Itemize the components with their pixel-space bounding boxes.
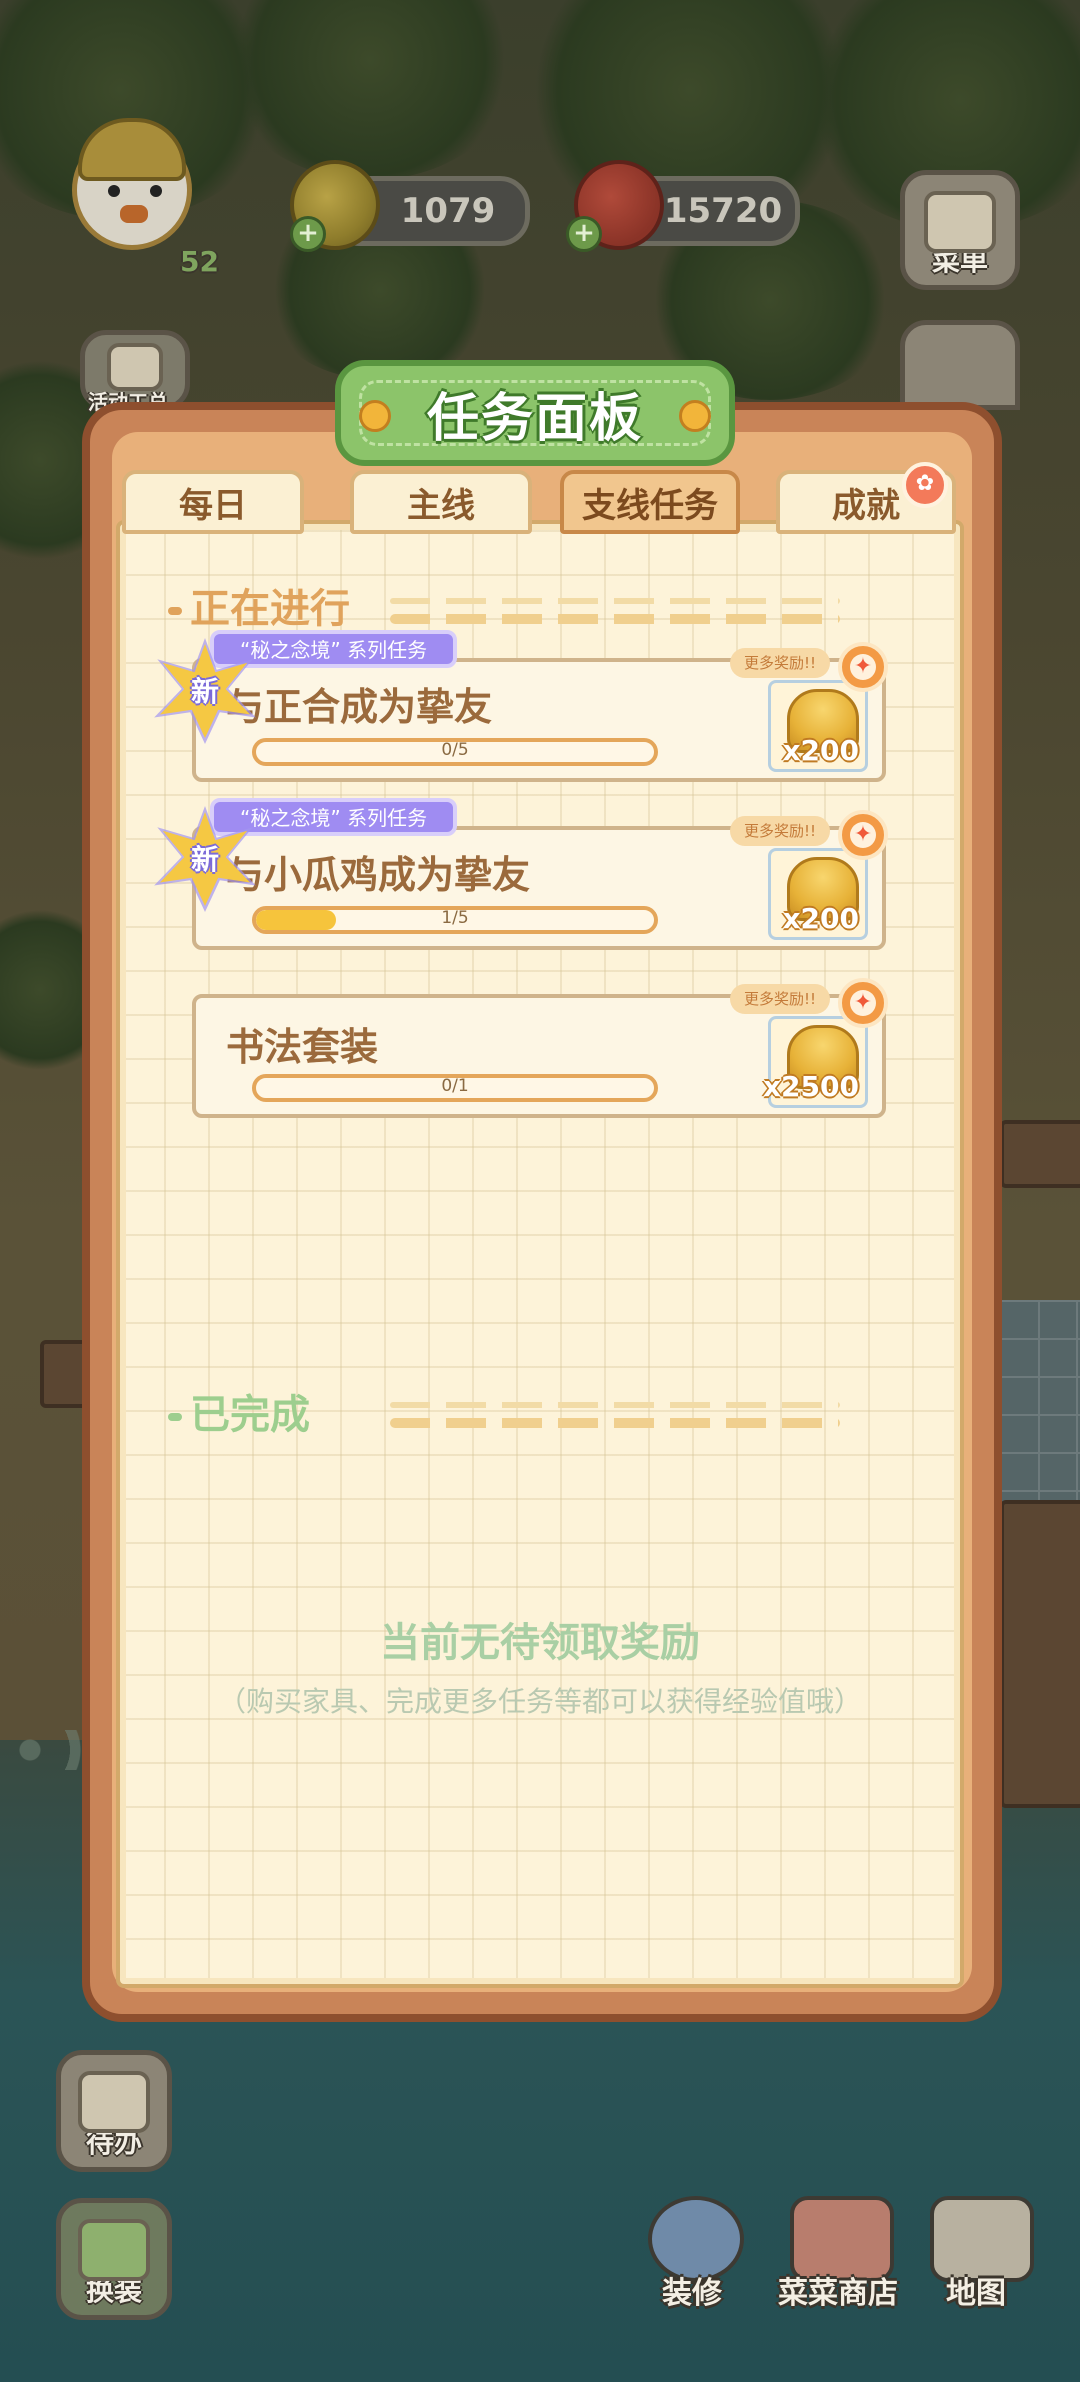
- reward-amount: x200: [782, 734, 859, 767]
- more-rewards-tag: 更多奖励!!: [729, 984, 830, 1014]
- completed-header: 已完成: [168, 1382, 310, 1440]
- clipboard-icon: [78, 2071, 150, 2133]
- new-badge: 新: [154, 638, 256, 744]
- add-coins-icon[interactable]: +: [290, 216, 326, 252]
- map-button[interactable]: 地图: [916, 2196, 1036, 2312]
- avatar-eye: [150, 185, 162, 197]
- avatar-eye: [108, 185, 120, 197]
- more-rewards-button[interactable]: ✦: [838, 810, 888, 860]
- player-avatar[interactable]: [50, 100, 200, 260]
- decorate-label: 装修: [662, 2276, 722, 2311]
- in-progress-dashes: [390, 598, 840, 604]
- player-level: 52: [180, 245, 219, 278]
- new-badge-label: 新: [190, 675, 219, 708]
- todo-button[interactable]: 待办: [56, 2050, 172, 2172]
- dress-up-button[interactable]: 换装: [56, 2198, 172, 2320]
- avatar-beak: [120, 205, 148, 223]
- map-label: 地图: [946, 2276, 1006, 2311]
- task-card[interactable]: 与正合成为挚友 0/5 x200 更多奖励!! ✦: [192, 642, 888, 782]
- tab-main[interactable]: 主线: [350, 470, 532, 534]
- floor-tiles: [1000, 1300, 1080, 1530]
- title-bolt-icon: [679, 400, 711, 432]
- completed-dashes: [390, 1418, 840, 1428]
- activity-icon: [107, 343, 163, 391]
- avatar-hat: [78, 118, 186, 181]
- plus-icon: ✦: [850, 822, 876, 848]
- task-panel-title-plate: 任务面板: [335, 360, 735, 466]
- completed-label: 已完成: [190, 1392, 310, 1438]
- coin-value: 1079: [400, 191, 496, 231]
- task-progress-text: 0/5: [441, 740, 469, 760]
- more-rewards-button[interactable]: ✦: [838, 642, 888, 692]
- task-progress-bar: 1/5: [252, 906, 658, 934]
- empty-rewards-message: 当前无待领取奖励: [380, 1620, 700, 1666]
- reward-amount: x200: [782, 902, 859, 935]
- task-progress-bar: 0/1: [252, 1074, 658, 1102]
- empty-rewards-hint: （购买家具、完成更多任务等都可以获得经验值哦）: [217, 1685, 862, 1718]
- new-badge-label: 新: [190, 843, 219, 876]
- menu-button[interactable]: 菜单: [900, 170, 1020, 290]
- in-progress-label: 正在进行: [190, 586, 350, 632]
- plus-icon: ✦: [850, 990, 876, 1016]
- in-progress-header: 正在进行: [168, 576, 350, 634]
- task-progress-text: 1/5: [441, 908, 469, 928]
- more-rewards-tag: 更多奖励!!: [729, 648, 830, 678]
- tab-side-quests[interactable]: 支线任务: [560, 470, 740, 534]
- header-dot: [168, 607, 182, 615]
- task-reward[interactable]: x200: [768, 680, 868, 772]
- right-side-button[interactable]: [900, 320, 1020, 410]
- shop-label: 菜菜商店: [778, 2276, 898, 2311]
- task-name: 书法套装: [226, 1025, 379, 1069]
- achievements-badge-icon: ✿: [902, 462, 948, 508]
- more-rewards-tag: 更多奖励!!: [729, 816, 830, 846]
- in-progress-dashes: [390, 614, 840, 624]
- title-bolt-icon: [359, 400, 391, 432]
- food-value: 15720: [663, 191, 783, 231]
- task-name: 与小瓜鸡成为挚友: [226, 853, 531, 897]
- task-progress-bar: 0/5: [252, 738, 658, 766]
- task-panel-title: 任务面板: [426, 388, 643, 449]
- more-rewards-button[interactable]: ✦: [838, 978, 888, 1028]
- completed-dashes: [390, 1402, 840, 1408]
- task-progress-text: 0/1: [441, 1076, 469, 1096]
- header-dot: [168, 1413, 182, 1421]
- tab-daily[interactable]: 每日: [122, 470, 304, 534]
- menu-icon: [924, 191, 996, 253]
- decorate-button[interactable]: 装修: [636, 2196, 748, 2312]
- plus-icon: ✦: [850, 654, 876, 680]
- reward-amount: x2500: [763, 1070, 859, 1103]
- task-card[interactable]: 与小瓜鸡成为挚友 1/5 x200 更多奖励!! ✦: [192, 810, 888, 950]
- task-reward[interactable]: x200: [768, 848, 868, 940]
- task-name: 与正合成为挚友: [226, 685, 493, 729]
- wooden-deck: [1000, 1120, 1080, 1188]
- wardrobe-icon: [78, 2219, 150, 2281]
- new-badge: 新: [154, 806, 256, 912]
- task-reward[interactable]: x2500: [763, 1016, 868, 1108]
- shop-button[interactable]: 菜菜商店: [768, 2196, 908, 2312]
- add-food-icon[interactable]: +: [566, 216, 602, 252]
- task-card[interactable]: 书法套装 0/1 x2500 更多奖励!! ✦: [192, 978, 888, 1118]
